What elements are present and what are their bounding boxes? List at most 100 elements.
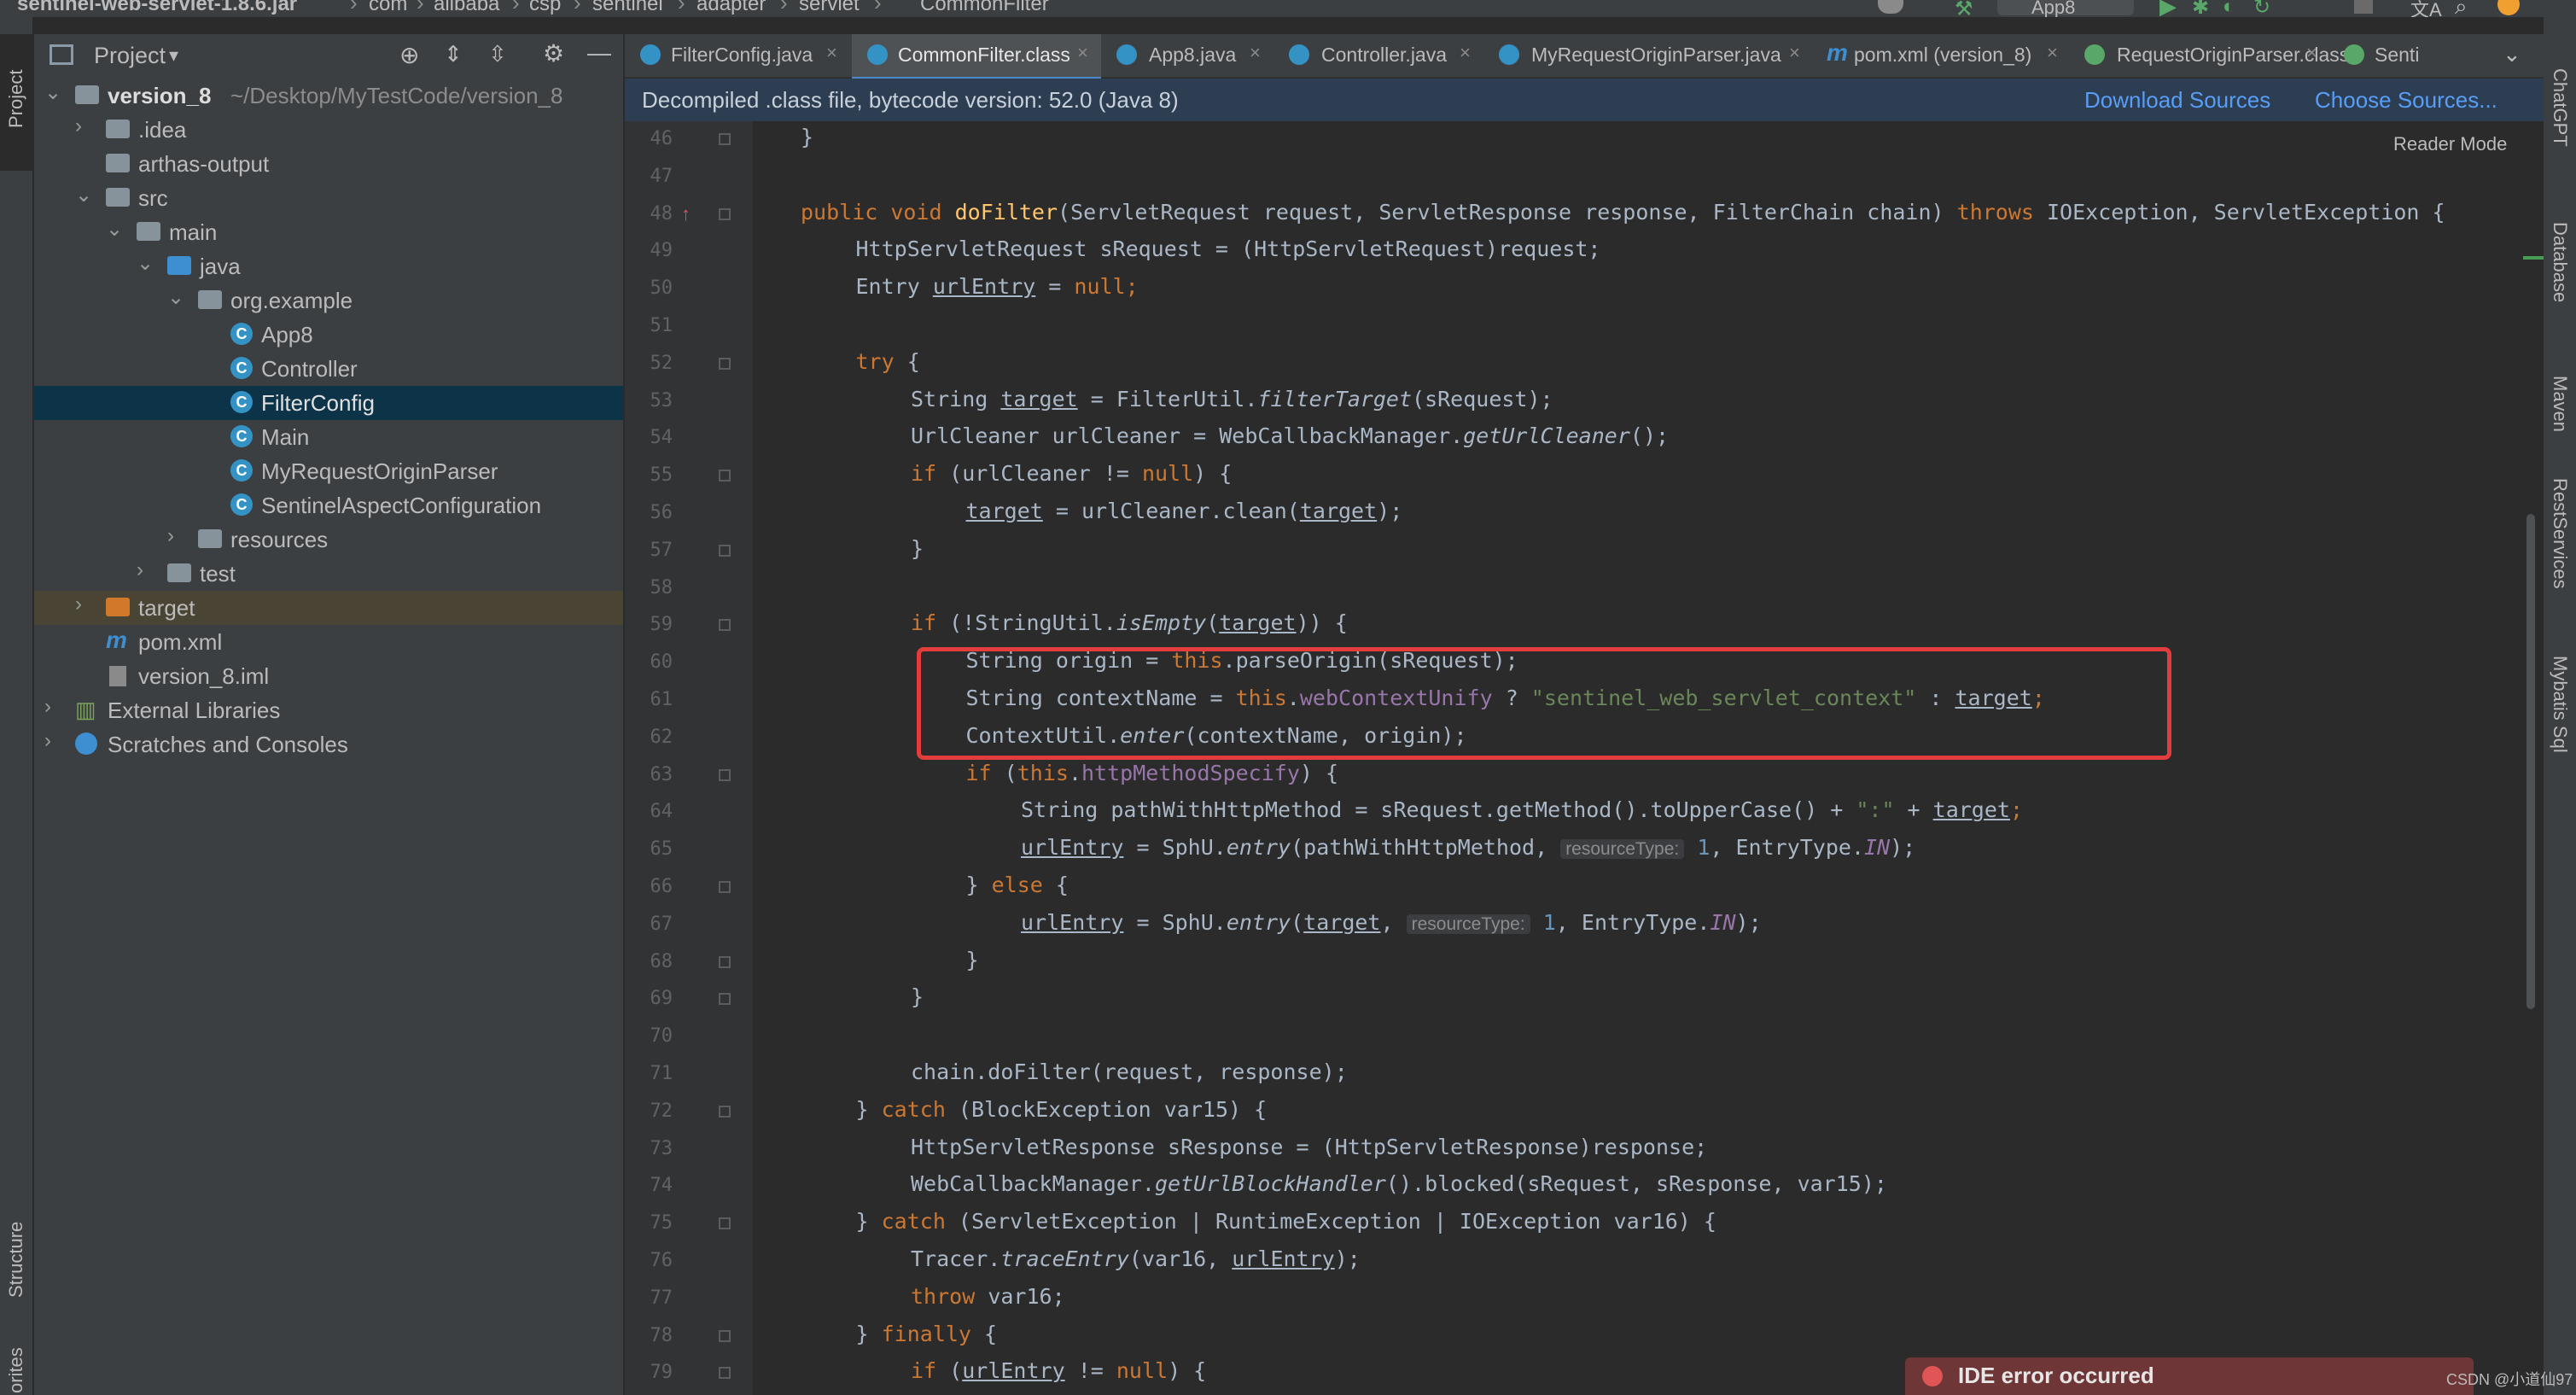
- code-line[interactable]: chain.doFilter(request, response);: [911, 1059, 1348, 1084]
- tree-item-external-libraries[interactable]: › ▥ External Libraries: [34, 693, 623, 727]
- tree-item-version-8[interactable]: ⌄ version_8 ~/Desktop/MyTestCode/version…: [34, 79, 623, 113]
- chevron-down-icon[interactable]: ⌄: [75, 183, 92, 207]
- download-sources-link[interactable]: Download Sources: [2084, 87, 2270, 114]
- code-line[interactable]: urlEntry = SphU.entry(pathWithHttpMethod…: [1021, 835, 1915, 860]
- close-icon[interactable]: ×: [1460, 42, 1471, 64]
- tree-item-sentinelaspectconfiguration[interactable]: C SentinelAspectConfiguration: [34, 488, 623, 522]
- maven-tool-label[interactable]: Maven: [2549, 376, 2571, 432]
- restservices-tool-label[interactable]: RestServices: [2549, 478, 2571, 589]
- vertical-scrollbar[interactable]: [2526, 514, 2535, 1009]
- debug-icon[interactable]: ✱: [2192, 0, 2209, 17]
- code-line[interactable]: if (!StringUtil.isEmpty(target)) {: [911, 610, 1348, 635]
- tab-app8[interactable]: App8.java ×: [1104, 34, 1275, 77]
- chevron-down-icon[interactable]: ⌄: [106, 217, 123, 242]
- code-line[interactable]: if (this.httpMethodSpecify) {: [966, 761, 1339, 785]
- code-line[interactable]: throw var16;: [911, 1284, 1065, 1309]
- code-line[interactable]: WebCallbackManager.getUrlBlockHandler().…: [911, 1171, 1887, 1196]
- chevron-right-icon[interactable]: ›: [137, 558, 143, 582]
- code-line[interactable]: } finally {: [856, 1322, 998, 1346]
- tree-item-scratches[interactable]: › Scratches and Consoles: [34, 727, 623, 762]
- locate-icon[interactable]: ⊕: [399, 41, 419, 69]
- tree-item-iml[interactable]: version_8.iml: [34, 659, 623, 693]
- code-line[interactable]: public void doFilter(ServletRequest requ…: [801, 200, 2445, 225]
- tree-item-resources[interactable]: › resources: [34, 522, 623, 557]
- structure-tool-label[interactable]: Structure: [5, 1222, 27, 1298]
- tree-item-idea[interactable]: › .idea: [34, 113, 623, 147]
- tab-sentinel[interactable]: Senti: [2332, 34, 2460, 77]
- chatgpt-tool-label[interactable]: ChatGPT: [2549, 68, 2571, 147]
- run-icon[interactable]: ▶: [2159, 0, 2177, 17]
- user-icon[interactable]: [1878, 0, 1903, 14]
- chevron-right-icon[interactable]: ›: [75, 114, 82, 138]
- tab-controller[interactable]: Controller.java ×: [1277, 34, 1485, 77]
- tree-item-arthas-output[interactable]: arthas-output: [34, 147, 623, 181]
- chevron-right-icon[interactable]: ›: [44, 729, 51, 753]
- project-title[interactable]: Project: [94, 43, 166, 69]
- code-line[interactable]: HttpServletRequest sRequest = (HttpServl…: [856, 236, 1601, 261]
- close-icon[interactable]: ×: [1250, 42, 1261, 64]
- close-icon[interactable]: ×: [2306, 42, 2317, 64]
- tree-item-main[interactable]: ⌄ main: [34, 215, 623, 249]
- breadcrumb-item[interactable]: sentinel-web-servlet-1.8.6.jar: [17, 0, 297, 16]
- code-line[interactable]: UrlCleaner urlCleaner = WebCallbackManag…: [911, 423, 1669, 448]
- code-line[interactable]: if (urlCleaner != null) {: [911, 461, 1232, 486]
- database-tool-label[interactable]: Database: [2549, 222, 2571, 302]
- code-line[interactable]: try {: [856, 349, 920, 374]
- code-line[interactable]: }: [966, 948, 979, 972]
- code-line[interactable]: HttpServletResponse sResponse = (HttpSer…: [911, 1135, 1707, 1159]
- close-icon[interactable]: ×: [826, 42, 837, 64]
- chevron-right-icon[interactable]: ›: [167, 524, 174, 548]
- expand-all-icon[interactable]: ⇕: [444, 41, 463, 67]
- close-icon[interactable]: ×: [1789, 42, 1800, 64]
- tree-item-test[interactable]: › test: [34, 557, 623, 591]
- tree-item-src[interactable]: ⌄ src: [34, 181, 623, 215]
- code-line[interactable]: }: [801, 125, 813, 149]
- chevron-down-icon[interactable]: ⌄: [137, 251, 154, 276]
- tree-item-java[interactable]: ⌄ java: [34, 249, 623, 283]
- close-icon[interactable]: ×: [2047, 42, 2058, 64]
- code-line[interactable]: urlEntry = SphU.entry(target, resourceTy…: [1021, 910, 1762, 935]
- choose-sources-link[interactable]: Choose Sources...: [2315, 87, 2497, 114]
- code-editor[interactable]: 46 47 48 ↑ 49 50 51 52 53 54 55 56 57 58 59 60 61 62 63 64 6…: [625, 121, 2544, 1395]
- code-line[interactable]: String pathWithHttpMethod = sRequest.get…: [1021, 797, 2023, 822]
- code-line[interactable]: }: [911, 984, 924, 1009]
- tree-item-main-class[interactable]: C Main: [34, 420, 623, 454]
- breadcrumb-item[interactable]: servlet: [799, 0, 860, 16]
- code-line[interactable]: } catch (ServletException | RuntimeExcep…: [856, 1209, 1716, 1234]
- run-config-selector[interactable]: App8: [1997, 0, 2134, 17]
- breadcrumb-item[interactable]: com: [369, 0, 407, 16]
- breadcrumb-item[interactable]: csp: [529, 0, 561, 16]
- build-icon[interactable]: ⚒: [1955, 0, 1973, 17]
- update-icon[interactable]: [2497, 0, 2520, 15]
- code-line[interactable]: target = urlCleaner.clean(target);: [966, 499, 1403, 523]
- tree-item-filterconfig[interactable]: C FilterConfig: [34, 386, 623, 420]
- code-line[interactable]: if (urlEntry != null) {: [911, 1358, 1206, 1383]
- error-toast[interactable]: IDE error occurred: [1905, 1357, 2474, 1395]
- mybatis-tool-label[interactable]: Mybatis Sql: [2549, 656, 2571, 753]
- code-line[interactable]: String target = FilterUtil.filterTarget(…: [911, 387, 1553, 411]
- chevron-right-icon[interactable]: ›: [75, 592, 82, 616]
- breadcrumb-item[interactable]: adapter: [696, 0, 766, 16]
- chevron-down-icon[interactable]: ⌄: [44, 80, 61, 105]
- tree-item-controller[interactable]: C Controller: [34, 352, 623, 386]
- search-icon[interactable]: ⌕: [2455, 0, 2468, 17]
- code-line[interactable]: }: [911, 536, 924, 561]
- stop-icon[interactable]: [2354, 0, 2373, 14]
- close-icon[interactable]: ×: [1077, 42, 1088, 64]
- favorites-tool-label[interactable]: orites: [5, 1347, 27, 1393]
- tree-item-pom[interactable]: m pom.xml: [34, 625, 623, 659]
- tab-myrequestoriginparser[interactable]: MyRequestOriginParser.java ×: [1487, 34, 1811, 77]
- coverage-icon[interactable]: ◐: [2223, 0, 2235, 17]
- breadcrumb-item[interactable]: CommonFilter: [920, 0, 1049, 16]
- chevron-down-icon[interactable]: ▾: [169, 44, 178, 67]
- code-line[interactable]: } catch (BlockException var15) {: [856, 1097, 1268, 1122]
- hide-icon[interactable]: —: [587, 39, 611, 67]
- tree-item-myrequestoriginparser[interactable]: C MyRequestOriginParser: [34, 454, 623, 488]
- chevron-down-icon[interactable]: ⌄: [2503, 41, 2521, 67]
- chevron-down-icon[interactable]: ⌄: [167, 285, 184, 310]
- breadcrumb-item[interactable]: alibaba: [434, 0, 499, 16]
- tab-commonfilter[interactable]: CommonFilter.class ×: [852, 34, 1101, 80]
- project-tool-button[interactable]: Project: [0, 34, 32, 171]
- tree-item-org-example[interactable]: ⌄ org.example: [34, 283, 623, 318]
- collapse-all-icon[interactable]: ⇳: [488, 41, 507, 67]
